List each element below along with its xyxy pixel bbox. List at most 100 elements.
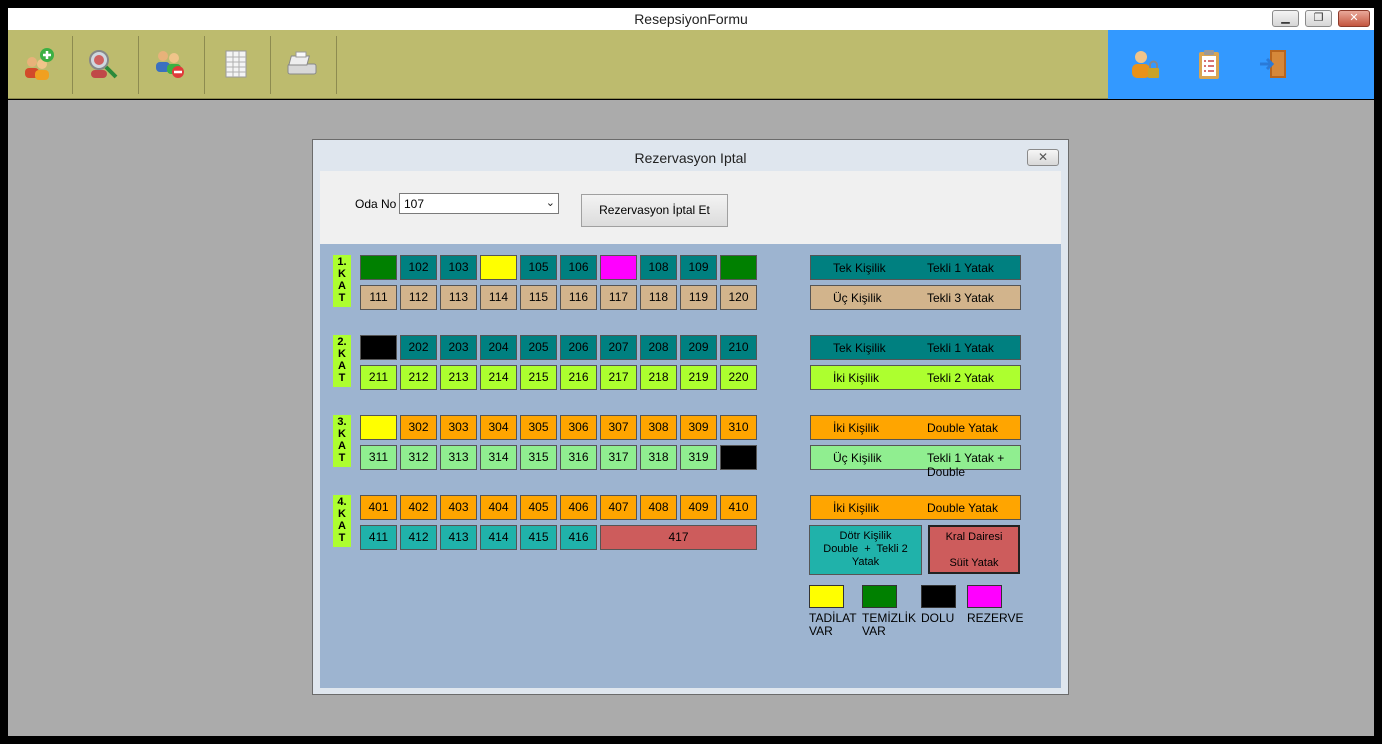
- room-button[interactable]: 205: [520, 335, 557, 360]
- room-button[interactable]: 401: [360, 495, 397, 520]
- room-button[interactable]: [720, 255, 757, 280]
- cancel-reservation-button[interactable]: Rezervasyon İptal Et: [581, 194, 728, 227]
- room-button[interactable]: 111: [360, 285, 397, 310]
- room-button[interactable]: 115: [520, 285, 557, 310]
- room-button[interactable]: 413: [440, 525, 477, 550]
- room-button[interactable]: 417: [600, 525, 757, 550]
- room-button[interactable]: 209: [680, 335, 717, 360]
- room-button[interactable]: 120: [720, 285, 757, 310]
- room-button[interactable]: 220: [720, 365, 757, 390]
- room-button[interactable]: [720, 445, 757, 470]
- title-bar: ResepsiyonFormu ▁ ❐ ✕: [8, 8, 1374, 30]
- room-button[interactable]: 307: [600, 415, 637, 440]
- room-button[interactable]: 219: [680, 365, 717, 390]
- room-button[interactable]: 414: [480, 525, 517, 550]
- room-button[interactable]: 304: [480, 415, 517, 440]
- cash-register-icon: [287, 51, 317, 75]
- room-button[interactable]: 207: [600, 335, 637, 360]
- room-button[interactable]: 405: [520, 495, 557, 520]
- room-button[interactable]: 109: [680, 255, 717, 280]
- room-button[interactable]: 118: [640, 285, 677, 310]
- room-button[interactable]: 312: [400, 445, 437, 470]
- floor-label: 1. K A T: [333, 255, 351, 307]
- legend-capacity: Tek Kişilik: [833, 341, 886, 355]
- spreadsheet-icon: [225, 50, 247, 78]
- room-button[interactable]: 105: [520, 255, 557, 280]
- room-button[interactable]: 415: [520, 525, 557, 550]
- legend-capacity: Tek Kişilik: [833, 261, 886, 275]
- room-button[interactable]: 318: [640, 445, 677, 470]
- room-button[interactable]: 406: [560, 495, 597, 520]
- room-button[interactable]: 407: [600, 495, 637, 520]
- close-button[interactable]: ✕: [1338, 10, 1370, 27]
- room-no-select[interactable]: 107 ⌄: [399, 193, 559, 214]
- room-button[interactable]: [360, 335, 397, 360]
- room-button[interactable]: 211: [360, 365, 397, 390]
- room-button[interactable]: 208: [640, 335, 677, 360]
- payment-button[interactable]: [280, 42, 324, 86]
- room-button[interactable]: 102: [400, 255, 437, 280]
- user-lock-icon: [1132, 51, 1159, 78]
- room-button[interactable]: 215: [520, 365, 557, 390]
- room-button[interactable]: 116: [560, 285, 597, 310]
- room-button[interactable]: 303: [440, 415, 477, 440]
- room-button[interactable]: 409: [680, 495, 717, 520]
- room-button[interactable]: 311: [360, 445, 397, 470]
- room-button[interactable]: 410: [720, 495, 757, 520]
- room-button[interactable]: 217: [600, 365, 637, 390]
- room-button[interactable]: 305: [520, 415, 557, 440]
- room-button[interactable]: 315: [520, 445, 557, 470]
- room-button[interactable]: 319: [680, 445, 717, 470]
- room-button[interactable]: 302: [400, 415, 437, 440]
- room-button[interactable]: 119: [680, 285, 717, 310]
- room-button[interactable]: [360, 415, 397, 440]
- dialog-close-button[interactable]: ✕: [1027, 149, 1059, 166]
- room-button[interactable]: 313: [440, 445, 477, 470]
- room-button[interactable]: 408: [640, 495, 677, 520]
- room-button[interactable]: 112: [400, 285, 437, 310]
- room-button[interactable]: 214: [480, 365, 517, 390]
- room-button[interactable]: 108: [640, 255, 677, 280]
- room-button[interactable]: 103: [440, 255, 477, 280]
- minimize-button[interactable]: ▁: [1272, 10, 1299, 27]
- room-button[interactable]: 412: [400, 525, 437, 550]
- room-button[interactable]: 316: [560, 445, 597, 470]
- search-customer-button[interactable]: [82, 42, 126, 86]
- room-button[interactable]: 213: [440, 365, 477, 390]
- maximize-button[interactable]: ❐: [1305, 10, 1332, 27]
- room-button[interactable]: 206: [560, 335, 597, 360]
- room-button[interactable]: 212: [400, 365, 437, 390]
- user-lock-button[interactable]: [1122, 42, 1166, 86]
- room-button[interactable]: [600, 255, 637, 280]
- room-button[interactable]: 218: [640, 365, 677, 390]
- clipboard-button[interactable]: [1187, 42, 1231, 86]
- remove-customer-button[interactable]: [148, 42, 192, 86]
- room-button[interactable]: 114: [480, 285, 517, 310]
- room-button[interactable]: 216: [560, 365, 597, 390]
- room-button[interactable]: 310: [720, 415, 757, 440]
- room-button[interactable]: 106: [560, 255, 597, 280]
- room-button[interactable]: 411: [360, 525, 397, 550]
- report-button[interactable]: [214, 42, 258, 86]
- room-button[interactable]: 404: [480, 495, 517, 520]
- room-button[interactable]: 306: [560, 415, 597, 440]
- room-button[interactable]: 117: [600, 285, 637, 310]
- room-button[interactable]: 204: [480, 335, 517, 360]
- room-button[interactable]: 317: [600, 445, 637, 470]
- legend-capacity: Üç Kişilik: [833, 291, 882, 305]
- room-button[interactable]: 203: [440, 335, 477, 360]
- room-button[interactable]: [360, 255, 397, 280]
- room-button[interactable]: [480, 255, 517, 280]
- room-button[interactable]: 113: [440, 285, 477, 310]
- room-button[interactable]: 309: [680, 415, 717, 440]
- room-button[interactable]: 403: [440, 495, 477, 520]
- add-customer-button[interactable]: [16, 42, 60, 86]
- exit-button[interactable]: [1252, 42, 1296, 86]
- room-button[interactable]: 416: [560, 525, 597, 550]
- room-button[interactable]: 314: [480, 445, 517, 470]
- room-button[interactable]: 308: [640, 415, 677, 440]
- room-button[interactable]: 202: [400, 335, 437, 360]
- room-type-legend: Tek Kişilik Tekli 1 Yatak: [810, 255, 1021, 280]
- room-button[interactable]: 210: [720, 335, 757, 360]
- room-button[interactable]: 402: [400, 495, 437, 520]
